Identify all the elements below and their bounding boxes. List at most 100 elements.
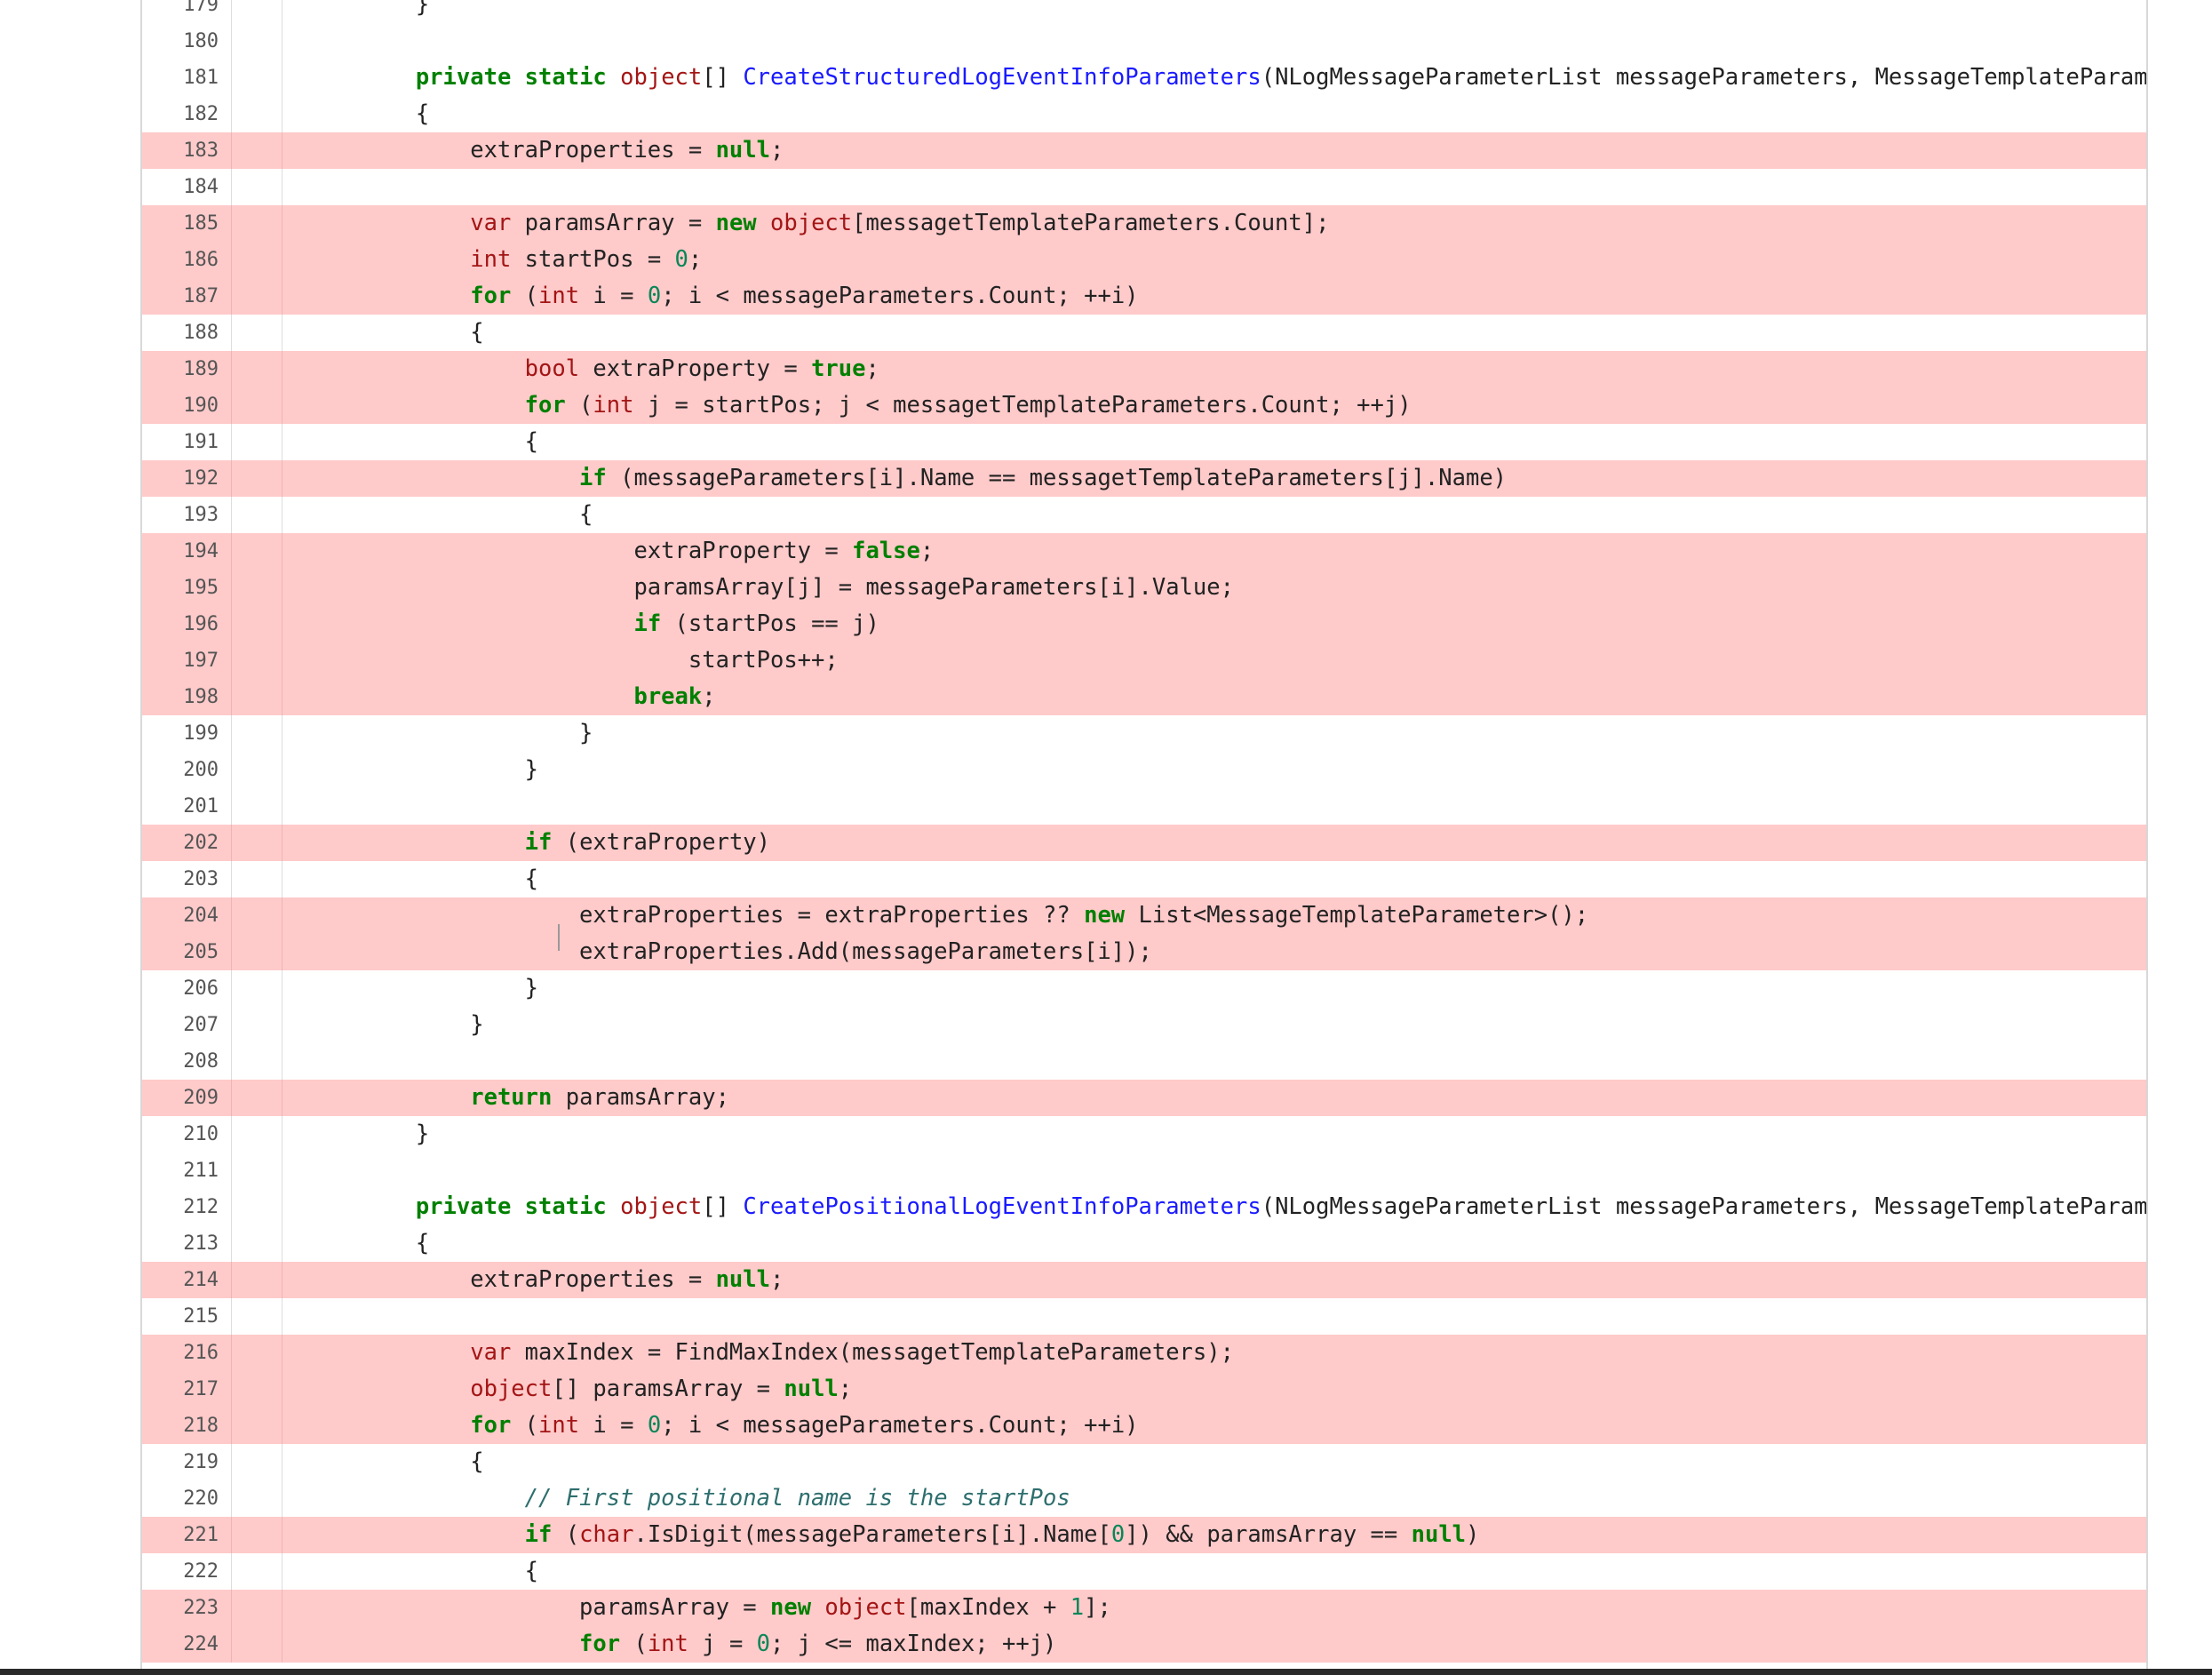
line-number[interactable]: 218 [142,1408,222,1444]
line-number[interactable]: 195 [142,570,222,606]
highlighted-code-line[interactable]: 209 return paramsArray; [142,1080,2146,1116]
code-line[interactable]: 180 [142,23,2146,60]
line-number[interactable]: 221 [142,1517,222,1553]
line-number[interactable]: 201 [142,788,222,825]
highlighted-code-line[interactable]: 192 if (messageParameters[i].Name == mes… [142,460,2146,497]
number-literal: 0 [647,1412,662,1439]
code-line[interactable]: 212 private static object[] CreatePositi… [142,1189,2146,1225]
code-line[interactable]: 201 [142,788,2146,825]
highlighted-code-line[interactable]: 223 paramsArray = new object[maxIndex + … [142,1590,2146,1626]
line-number[interactable]: 206 [142,970,222,1007]
line-number[interactable]: 209 [142,1080,222,1116]
line-number[interactable]: 203 [142,861,222,897]
code-text: ; [688,246,703,273]
line-number[interactable]: 202 [142,825,222,861]
highlighted-code-line[interactable]: 189 bool extraProperty = true; [142,351,2146,387]
line-number[interactable]: 224 [142,1626,222,1663]
line-number[interactable]: 216 [142,1335,222,1371]
line-number[interactable]: 219 [142,1444,222,1480]
line-number[interactable]: 212 [142,1189,222,1225]
code-line[interactable]: 191 { [142,424,2146,460]
highlighted-code-line[interactable]: 204 extraProperties = extraProperties ??… [142,897,2146,934]
code-line[interactable]: 184 [142,169,2146,205]
line-number[interactable]: 223 [142,1590,222,1626]
highlighted-code-line[interactable]: 205 extraProperties.Add(messageParameter… [142,934,2146,970]
line-number[interactable]: 181 [142,60,222,96]
code-line[interactable]: 220 // First positional name is the star… [142,1480,2146,1517]
line-number[interactable]: 222 [142,1553,222,1590]
code-line[interactable]: 181 private static object[] CreateStruct… [142,60,2146,96]
highlighted-code-line[interactable]: 195 paramsArray[j] = messageParameters[i… [142,570,2146,606]
code-line[interactable]: 222 { [142,1553,2146,1590]
line-number[interactable]: 192 [142,460,222,497]
line-number[interactable]: 182 [142,96,222,132]
code-line[interactable]: 193 { [142,497,2146,533]
highlighted-code-line[interactable]: 190 for (int j = startPos; j < messagetT… [142,387,2146,424]
line-number[interactable]: 191 [142,424,222,460]
code-line[interactable]: 179 } [142,0,2146,23]
line-number[interactable]: 186 [142,242,222,278]
line-number[interactable]: 213 [142,1225,222,1262]
line-number[interactable]: 194 [142,533,222,570]
line-number[interactable]: 196 [142,606,222,642]
code-panel[interactable]: 179 } 180 181 private static object[] Crea… [140,0,2148,1671]
line-number[interactable]: 220 [142,1480,222,1517]
code-line[interactable]: 206 } [142,970,2146,1007]
code-line[interactable]: 207 } [142,1007,2146,1043]
code-text: ) [1466,1521,1480,1548]
line-number[interactable]: 210 [142,1116,222,1153]
line-number[interactable]: 217 [142,1371,222,1408]
code-line[interactable]: 182 { [142,96,2146,132]
line-number[interactable]: 214 [142,1262,222,1298]
code-line[interactable]: 208 [142,1043,2146,1080]
highlighted-code-line[interactable]: 187 for (int i = 0; i < messageParameter… [142,278,2146,315]
line-number[interactable]: 188 [142,315,222,351]
highlighted-code-line[interactable]: 221 if (char.IsDigit(messageParameters[i… [142,1517,2146,1553]
code-line[interactable]: 219 { [142,1444,2146,1480]
highlighted-code-line[interactable]: 224 for (int j = 0; j <= maxIndex; ++j) [142,1626,2146,1663]
highlighted-code-line[interactable]: 197 startPos++; [142,642,2146,679]
code-line[interactable]: 199 } [142,715,2146,752]
code-line[interactable]: 210 } [142,1116,2146,1153]
line-number[interactable]: 211 [142,1153,222,1189]
line-number[interactable]: 205 [142,934,222,970]
line-number[interactable]: 204 [142,897,222,934]
line-number[interactable]: 180 [142,23,222,60]
highlighted-code-line[interactable]: 216 var maxIndex = FindMaxIndex(messaget… [142,1335,2146,1371]
code-line[interactable]: 188 { [142,315,2146,351]
line-number[interactable]: 193 [142,497,222,533]
line-number[interactable]: 197 [142,642,222,679]
line-number[interactable]: 179 [142,0,222,23]
line-number[interactable]: 183 [142,132,222,169]
code-line[interactable]: 200 } [142,752,2146,788]
highlighted-code-line[interactable]: 218 for (int i = 0; i < messageParameter… [142,1408,2146,1444]
line-number[interactable]: 200 [142,752,222,788]
code-line[interactable]: 213 { [142,1225,2146,1262]
line-number[interactable]: 215 [142,1298,222,1335]
line-number[interactable]: 199 [142,715,222,752]
line-number[interactable]: 190 [142,387,222,424]
line-number[interactable]: 185 [142,205,222,242]
line-number[interactable]: 189 [142,351,222,387]
code-line[interactable]: 215 [142,1298,2146,1335]
highlighted-code-line[interactable]: 186 int startPos = 0; [142,242,2146,278]
highlighted-code-line[interactable]: 196 if (startPos == j) [142,606,2146,642]
highlighted-code-line[interactable]: 183 extraProperties = null; [142,132,2146,169]
line-number[interactable]: 198 [142,679,222,715]
diff-gutter [231,788,282,825]
code-line[interactable]: 211 [142,1153,2146,1189]
highlighted-code-line[interactable]: 185 var paramsArray = new object[message… [142,205,2146,242]
code-text: (NLogMessageParameterList messageParamet… [1261,64,2146,91]
line-number[interactable]: 208 [142,1043,222,1080]
highlighted-code-line[interactable]: 198 break; [142,679,2146,715]
line-number[interactable]: 207 [142,1007,222,1043]
highlighted-code-line[interactable]: 194 extraProperty = false; [142,533,2146,570]
highlighted-code-line[interactable]: 217 object[] paramsArray = null; [142,1371,2146,1408]
code-line[interactable]: 203 { [142,861,2146,897]
line-number[interactable]: 184 [142,169,222,205]
line-number[interactable]: 187 [142,278,222,315]
function-name: CreateStructuredLogEventInfoParameters [743,64,1261,91]
highlighted-code-line[interactable]: 214 extraProperties = null; [142,1262,2146,1298]
highlighted-code-line[interactable]: 202 if (extraProperty) [142,825,2146,861]
number-literal: 0 [647,283,662,309]
